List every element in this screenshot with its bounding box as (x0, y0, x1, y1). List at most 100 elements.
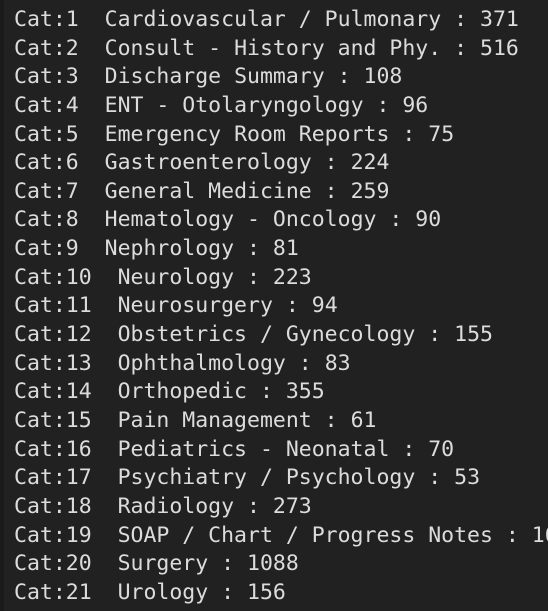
output-line: Cat:18 Radiology : 273 (14, 493, 548, 522)
separator: : (389, 436, 429, 462)
separator: : (492, 522, 532, 548)
output-line: Cat:9 Nephrology : 81 (14, 235, 548, 264)
column-gap (92, 265, 118, 290)
output-line: Cat:7 General Medicine : 259 (14, 178, 548, 207)
category-count: 224 (350, 150, 390, 176)
category-count: 155 (454, 322, 493, 348)
category-name: Neurosurgery (117, 293, 273, 319)
category-count: 70 (428, 436, 455, 462)
column-gap (92, 523, 118, 548)
category-label: Cat:13 (14, 350, 92, 376)
category-name: Cardiovascular / Pulmonary (104, 7, 442, 32)
category-name: Psychiatry / Psychology (117, 465, 416, 491)
category-name: Urology (117, 579, 209, 605)
output-line: Cat:19 SOAP / Chart / Progress Notes : 1… (14, 522, 548, 551)
separator: : (311, 178, 351, 204)
column-gap (79, 7, 105, 32)
separator: : (311, 407, 351, 433)
separator: : (441, 7, 481, 32)
category-count: 273 (272, 493, 312, 519)
separator: : (285, 350, 325, 376)
category-count: 96 (402, 92, 429, 118)
category-count: 355 (285, 379, 325, 405)
category-label: Cat:8 (14, 207, 79, 233)
separator: : (247, 379, 286, 405)
category-count: 1088 (247, 551, 299, 577)
category-label: Cat:15 (14, 407, 92, 433)
column-gap (92, 322, 118, 347)
output-line: Cat:15 Pain Management : 61 (14, 407, 548, 436)
category-label: Cat:1 (14, 7, 79, 32)
column-gap (79, 64, 105, 89)
output-line: Cat:6 Gastroenterology : 224 (14, 149, 548, 178)
category-name: ENT - Otolaryngology (104, 92, 364, 118)
separator: : (208, 551, 248, 577)
category-count: 90 (415, 207, 442, 233)
category-count: 516 (480, 35, 519, 61)
category-name: Pain Management (117, 407, 312, 433)
category-label: Cat:11 (14, 293, 92, 319)
output-line: Cat:3 Discharge Summary : 108 (14, 63, 548, 92)
separator: : (234, 264, 273, 290)
category-label: Cat:3 (14, 64, 79, 90)
separator: : (324, 64, 364, 90)
column-gap (79, 236, 105, 261)
category-count: 81 (272, 236, 299, 262)
category-label: Cat:4 (14, 92, 79, 118)
output-line: Cat:8 Hematology - Oncology : 90 (14, 206, 548, 235)
category-count: 259 (350, 178, 390, 204)
output-line: Cat:5 Emergency Room Reports : 75 (14, 121, 548, 150)
category-name: Gastroenterology (104, 150, 312, 176)
category-name: Nephrology (104, 236, 235, 262)
category-name: Ophthalmology (117, 350, 286, 376)
category-name: SOAP / Chart / Progress Notes (117, 522, 493, 548)
category-count: 371 (480, 7, 519, 32)
category-label: Cat:12 (14, 322, 92, 348)
category-label: Cat:20 (14, 551, 92, 577)
category-name: Pediatrics - Neonatal (117, 436, 390, 462)
category-count: 94 (311, 293, 338, 319)
output-line: Cat:17 Psychiatry / Psychology : 53 (14, 464, 548, 493)
category-name: General Medicine (104, 178, 312, 204)
category-name: Radiology (117, 493, 235, 519)
category-label: Cat:2 (14, 35, 79, 61)
column-gap (79, 36, 105, 61)
output-line: Cat:20 Surgery : 1088 (14, 550, 548, 579)
category-name: Hematology - Oncology (104, 207, 377, 233)
output-line: Cat:2 Consult - History and Phy. : 516 (14, 35, 548, 64)
category-count: 223 (272, 264, 312, 290)
category-label: Cat:17 (14, 465, 92, 491)
category-name: Emergency Room Reports (104, 121, 390, 147)
output-line: Cat:11 Neurosurgery : 94 (14, 292, 548, 321)
category-label: Cat:5 (14, 121, 79, 147)
category-name: Surgery (117, 551, 209, 577)
output-line: Cat:1 Cardiovascular / Pulmonary : 371 (14, 6, 548, 35)
column-gap (92, 351, 118, 376)
output-line: Cat:14 Orthopedic : 355 (14, 378, 548, 407)
separator: : (234, 493, 273, 519)
column-gap (92, 293, 118, 318)
output-line: Cat:13 Ophthalmology : 83 (14, 350, 548, 379)
column-gap (79, 93, 105, 118)
category-count: 156 (247, 579, 286, 605)
separator: : (415, 322, 455, 348)
category-label: Cat:14 (14, 379, 92, 405)
category-name: Neurology (117, 264, 235, 290)
separator: : (441, 35, 481, 61)
category-label: Cat:6 (14, 150, 79, 176)
separator: : (415, 465, 455, 491)
category-count: 108 (363, 64, 403, 90)
column-gap (79, 179, 105, 204)
separator: : (272, 293, 312, 319)
category-name: Discharge Summary (104, 64, 325, 90)
category-label: Cat:18 (14, 493, 92, 519)
output-line: Cat:4 ENT - Otolaryngology : 96 (14, 92, 548, 121)
output-line: Cat:10 Neurology : 223 (14, 264, 548, 293)
category-name: Orthopedic (117, 379, 248, 405)
column-gap (79, 150, 105, 175)
separator: : (208, 579, 248, 605)
category-count: 166 (531, 522, 548, 548)
category-count: 61 (350, 407, 377, 433)
column-gap (92, 551, 118, 576)
category-label: Cat:7 (14, 178, 79, 204)
